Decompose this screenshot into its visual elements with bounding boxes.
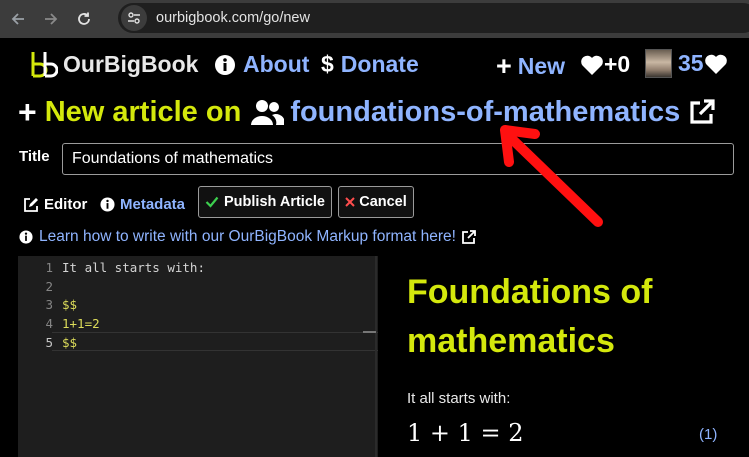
editor-line[interactable]: 2 (18, 277, 378, 296)
brand-name[interactable]: OurBigBook (63, 51, 198, 78)
editor-line[interactable]: 3 $$ (18, 295, 378, 314)
line-code: $$ (62, 297, 78, 312)
line-code: 1+1=2 (62, 316, 100, 331)
tab-metadata[interactable]: Metadata (100, 196, 185, 213)
close-icon (345, 197, 355, 207)
tab-editor[interactable]: Editor (23, 196, 87, 213)
line-code: It all starts with: (62, 260, 205, 275)
info-icon (215, 54, 235, 75)
editor-scrollbar[interactable] (375, 256, 377, 457)
check-icon (205, 196, 219, 208)
line-number: 1 (45, 260, 53, 275)
reload-button[interactable] (69, 4, 99, 34)
learn-markup-link[interactable]: Learn how to write with our OurBigBook M… (19, 228, 477, 246)
about-link[interactable]: About (214, 51, 309, 78)
preview-title: Foundations of mathematics (407, 273, 653, 360)
title-input[interactable]: Foundations of mathematics (62, 143, 734, 175)
info-icon (100, 197, 115, 212)
code-editor[interactable]: 1 It all starts with: 2 3 $$ 4 1+1=2 5 $… (18, 256, 378, 457)
user-profile-link[interactable]: 35 (645, 49, 728, 78)
site-info-button[interactable] (121, 5, 147, 31)
score-link[interactable]: +0 (580, 51, 630, 78)
annotation-arrow-icon (500, 125, 603, 227)
about-label: About (243, 51, 310, 77)
avatar (645, 49, 672, 78)
equation-number-link[interactable]: (1) (699, 426, 717, 443)
edit-icon (24, 197, 38, 212)
site-navbar: OurBigBook About $ Donate + New +0 35 (0, 42, 749, 86)
line-number: 2 (45, 279, 53, 294)
reload-icon (78, 12, 90, 25)
cancel-button[interactable]: Cancel (338, 186, 414, 218)
editor-line[interactable]: 1 It all starts with: (18, 258, 378, 277)
arrow-right-icon (45, 13, 58, 25)
page-title-lead: New article on (44, 95, 242, 128)
new-label: New (517, 53, 566, 79)
title-label: Title (19, 148, 50, 165)
dollar-icon: $ (321, 51, 334, 77)
cancel-label: Cancel (359, 194, 407, 210)
info-icon (19, 230, 33, 244)
editor-cursor-marker (363, 331, 376, 333)
ourbigbook-logo-icon[interactable] (28, 49, 58, 79)
publish-article-button[interactable]: Publish Article (198, 186, 332, 218)
address-bar[interactable]: ourbigbook.com/go/new (118, 3, 749, 33)
tune-icon (128, 12, 140, 24)
new-article-link[interactable]: + New (496, 51, 565, 82)
line-number: 3 (45, 297, 53, 312)
tab-editor-label: Editor (44, 196, 88, 213)
forward-button[interactable] (36, 4, 66, 34)
preview-paragraph: It all starts with: (407, 390, 511, 407)
publish-label: Publish Article (224, 194, 325, 210)
score-value: +0 (604, 51, 631, 77)
heart-icon (704, 54, 727, 74)
preview-equation: 1 + 1 = 2 (407, 419, 524, 447)
tab-metadata-label: Metadata (120, 196, 186, 213)
line-number: 4 (45, 316, 53, 331)
editor-line[interactable]: 4 1+1=2 (18, 314, 378, 333)
topic-link[interactable]: foundations-of-mathematics (290, 96, 680, 129)
external-link-icon (462, 230, 476, 244)
donate-link[interactable]: $ Donate (321, 51, 419, 78)
heart-icon (581, 55, 603, 75)
donate-label: Donate (340, 51, 419, 77)
url-text: ourbigbook.com/go/new (156, 10, 310, 26)
current-line-highlight (52, 332, 378, 351)
learn-markup-label: Learn how to write with our OurBigBook M… (39, 228, 456, 245)
browser-toolbar: ourbigbook.com/go/new (0, 0, 749, 38)
arrow-left-icon (11, 13, 24, 25)
page-title: + New article on foundations-of-mathemat… (18, 94, 717, 130)
plus-icon: + (18, 93, 37, 130)
users-icon (251, 100, 285, 125)
back-button[interactable] (3, 4, 33, 34)
external-link-icon[interactable] (687, 97, 717, 127)
user-score-value: 35 (678, 50, 704, 76)
plus-icon: + (496, 51, 512, 81)
